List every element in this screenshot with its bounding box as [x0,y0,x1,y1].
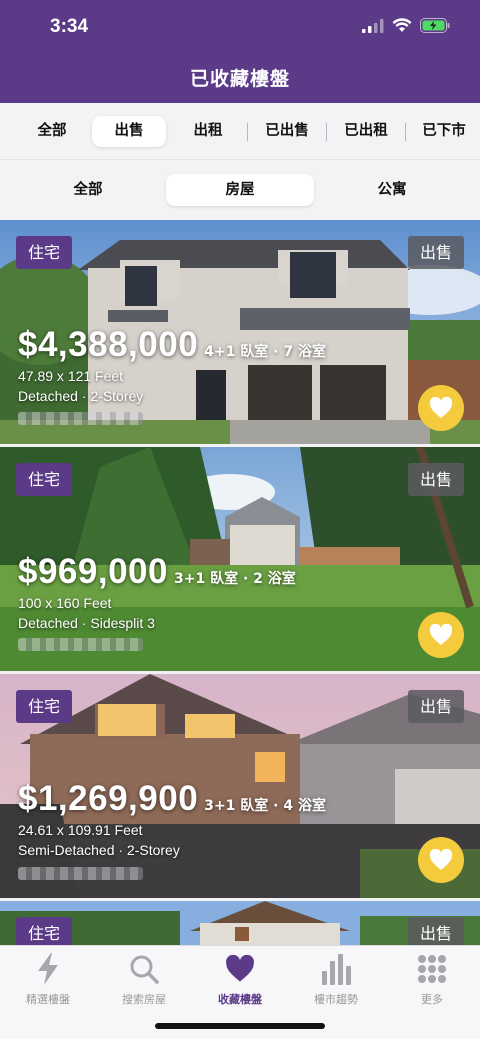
header: 3:34 已收藏樓盤 [0,0,480,103]
tab-label: 搜索房屋 [122,993,166,1006]
lightning-icon [38,953,58,985]
tab-search[interactable]: 搜索房屋 [96,950,192,1007]
lot-size: 47.89 x 121 Feet [18,368,124,384]
favorite-button[interactable] [418,385,464,431]
listing-price: $1,269,900 [18,779,199,818]
blurred-address [18,638,143,651]
home-indicator[interactable] [155,1023,325,1029]
type-house[interactable]: 房屋 [166,174,314,206]
filter-rented[interactable]: 已出租 [333,116,399,147]
blurred-address [18,412,143,425]
favorite-button[interactable] [418,612,464,658]
filter-for-rent[interactable]: 出租 [176,116,240,147]
tab-market-trends[interactable]: 樓市趨勢 [288,950,384,1007]
sale-status-badge: 出售 [407,236,464,269]
lot-size: 24.61 x 109.91 Feet [18,822,143,838]
room-count: 3+1 臥室 · 4 浴室 [204,798,326,814]
listing-card[interactable]: 住宅 出售 $1,269,900 3+1 臥室 · 4 浴室 24.61 x 1… [0,674,480,898]
house-style: Detached · Sidesplit 3 [18,615,155,631]
filter-divider [247,123,248,141]
house-style: Semi-Detached · 2-Storey [18,842,180,858]
filter-sold[interactable]: 已出售 [254,116,320,147]
filter-all[interactable]: 全部 [26,116,78,147]
tab-featured[interactable]: 精選樓盤 [0,950,96,1007]
tab-label: 收藏樓盤 [218,993,262,1006]
room-count: 4+1 臥室 · 7 浴室 [204,344,326,360]
property-type-badge: 住宅 [16,463,73,496]
tab-label: 精選樓盤 [26,993,70,1006]
sale-status-badge: 出售 [407,917,464,945]
blurred-address [18,867,143,880]
price-line: $969,000 3+1 臥室 · 2 浴室 [18,552,296,592]
grid-dots-icon [418,955,446,983]
filter-for-sale[interactable]: 出售 [92,116,166,147]
status-time: 3:34 [50,16,89,37]
price-line: $1,269,900 3+1 臥室 · 4 浴室 [18,779,326,819]
house-style: Detached · 2-Storey [18,388,144,404]
listing-card[interactable]: 住宅 出售 $4,388,000 4+1 臥室 · 7 浴室 47.89 x 1… [0,220,480,444]
tab-favorites[interactable]: 收藏樓盤 [192,950,288,1007]
type-all[interactable]: 全部 [40,174,136,206]
search-icon [130,955,159,984]
tab-label: 樓市趨勢 [314,993,358,1006]
heart-icon [226,955,254,982]
filter-delisted[interactable]: 已下市 [412,116,476,147]
bar-chart-icon [322,954,351,985]
battery-icon [420,18,450,33]
favorite-button[interactable] [418,837,464,883]
tab-more[interactable]: 更多 [384,950,480,1007]
wifi-icon [392,18,412,32]
status-filter-bar: 全部 出售 出租 已出售 已出租 已下市 [0,103,480,160]
property-type-bar: 全部 房屋 公寓 [0,160,480,220]
status-icons [362,18,450,33]
lot-size: 100 x 160 Feet [18,595,112,611]
room-count: 3+1 臥室 · 2 浴室 [173,571,296,587]
listing-price: $4,388,000 [18,325,199,364]
signal-icon [362,18,384,33]
heart-icon [429,397,453,418]
property-type-badge: 住宅 [16,236,73,269]
heart-icon [429,849,453,870]
property-type-badge: 住宅 [16,690,73,723]
listing-card[interactable]: 住宅 出售 $969,000 3+1 臥室 · 2 浴室 100 x 160 F… [0,447,480,671]
filter-divider [326,123,327,141]
listing-card[interactable]: 住宅 出售 [0,901,480,945]
filter-divider [405,123,406,141]
app-screen: 3:34 已收藏樓盤 全部 出售 出租 已出售 已出租 已下市 全部 房屋 公寓… [0,0,480,1039]
heart-icon [429,624,453,645]
sale-status-badge: 出售 [407,690,464,723]
sale-status-badge: 出售 [407,463,464,496]
tab-label: 更多 [421,993,443,1006]
property-type-badge: 住宅 [16,917,73,945]
listing-price: $969,000 [18,552,168,591]
page-title: 已收藏樓盤 [189,68,290,90]
price-line: $4,388,000 4+1 臥室 · 7 浴室 [18,325,326,365]
type-condo[interactable]: 公寓 [344,174,440,206]
